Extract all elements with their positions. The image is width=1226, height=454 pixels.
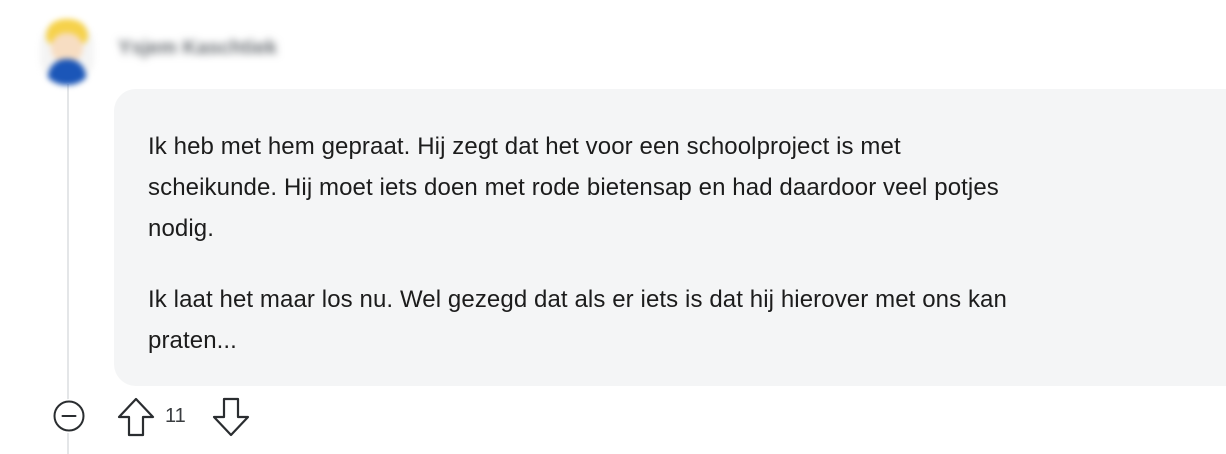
arrow-up-outline-icon [117,397,155,437]
minus-circle-icon [53,400,85,432]
comment-body: Ik heb met hem gepraat. Hij zegt dat het… [148,126,1188,361]
username[interactable]: Ysjem Kaschtiek [118,37,277,60]
comment-paragraph-2: Ik laat het maar los nu. Wel gezegd dat … [148,286,1007,354]
collapse-button[interactable] [52,399,86,433]
downvote-button[interactable] [209,395,253,439]
upvote-button[interactable] [114,395,158,439]
vote-count: 11 [165,405,186,427]
avatar-body [48,59,86,85]
avatar[interactable] [40,19,94,85]
arrow-down-outline-icon [212,397,250,437]
comment-bubble: Ik heb met hem gepraat. Hij zegt dat het… [114,89,1226,386]
comment-paragraph-1: Ik heb met hem gepraat. Hij zegt dat het… [148,133,999,242]
